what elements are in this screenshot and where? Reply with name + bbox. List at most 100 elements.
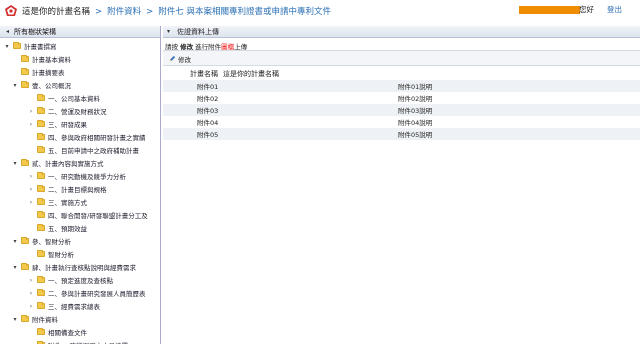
attachment-description: 附件01說明	[398, 83, 433, 91]
tree-node-label: 五、預期效益	[48, 225, 87, 233]
tree-node[interactable]: ▾ 參、智財分析	[12, 235, 71, 247]
tree-node[interactable]: 計畫基本資料	[12, 53, 71, 65]
breadcrumb: 這是你的計畫名稱 > 附件資料 > 附件七 與本案相關專利證書或申請中專利文件	[22, 5, 331, 17]
tree-node[interactable]: 一、公司基本資料	[28, 92, 100, 104]
tree-node[interactable]: › 二、營運及財務狀況	[28, 105, 107, 117]
expand-right-icon[interactable]: ›	[28, 108, 34, 115]
expand-down-icon[interactable]: ▾	[12, 264, 18, 271]
tree-node-label: 二、計畫目標與規格	[48, 186, 107, 194]
attachment-name: 附件02	[197, 95, 219, 103]
logo-icon	[5, 5, 17, 16]
folder-icon	[37, 328, 45, 335]
pencil-icon	[169, 55, 176, 62]
attachment-name: 附件05	[197, 131, 219, 139]
breadcrumb-current[interactable]: 附件七 與本案相關專利證書或申請中專利文件	[158, 7, 331, 17]
instruction-text: 請按 修改 進行附件圖檔上傳	[163, 38, 640, 51]
expand-right-icon[interactable]: ›	[28, 303, 34, 310]
expand-right-icon[interactable]: ›	[28, 186, 34, 193]
tree-node[interactable]: 五、目前申請中之政府補助計畫	[28, 144, 139, 156]
expand-right-icon[interactable]: ›	[28, 199, 34, 206]
folder-icon	[37, 276, 45, 283]
table-row[interactable]: 附件01 附件01說明	[163, 80, 640, 92]
attachment-description: 附件03說明	[398, 107, 433, 115]
table-row[interactable]: 附件02 附件02說明	[163, 92, 640, 104]
tree-node[interactable]: › 一、研究動機及競爭力分析	[28, 170, 126, 182]
tree-node[interactable]: ▾ 貳、計畫內容與實施方式	[12, 157, 104, 169]
project-name-label: 計畫名稱	[190, 70, 218, 78]
folder-icon	[37, 224, 45, 231]
main-panel: ▾ 佐證資料上傳 請按 修改 進行附件圖檔上傳 修改 計畫名稱 這是你的計畫名稱…	[163, 26, 640, 344]
tree-node[interactable]: › 二、參與計畫研究發展人員簡歷表	[28, 287, 146, 299]
expand-down-icon[interactable]: ▾	[12, 316, 18, 323]
tree-node[interactable]: ▾ 肆、計畫執行查核點說明與經費需求	[12, 261, 136, 273]
tree-node-label: 一、預定進度及查核點	[48, 277, 113, 285]
attachment-description: 附件05說明	[398, 131, 433, 139]
folder-icon	[37, 120, 45, 127]
folder-icon	[37, 302, 45, 309]
table-row[interactable]: 附件05 附件05說明	[163, 128, 640, 140]
tree-node[interactable]: ▾ 附件資料	[12, 313, 58, 325]
tree-node[interactable]: 智財分析	[28, 248, 74, 260]
folder-icon	[37, 107, 45, 114]
tree-node[interactable]: › 三、實施方式	[28, 196, 87, 208]
tree-node-label: 計畫基本資料	[32, 56, 71, 64]
tree-node[interactable]: 計畫摘要表	[12, 66, 65, 78]
folder-icon	[37, 146, 45, 153]
tree-node-label: 肆、計畫執行查核點說明與經費需求	[32, 264, 136, 272]
tree-node[interactable]: › 二、計畫目標與規格	[28, 183, 107, 195]
folder-icon	[37, 211, 45, 218]
tree-node[interactable]: 五、預期效益	[28, 222, 87, 234]
expand-down-icon[interactable]: ▾	[12, 82, 18, 89]
tree-node-label: 貳、計畫內容與實施方式	[32, 160, 104, 168]
collapse-icon[interactable]: ◂	[4, 28, 11, 35]
edit-button[interactable]: 修改	[165, 52, 195, 65]
folder-icon	[37, 185, 45, 192]
folder-icon	[37, 250, 45, 257]
expand-down-icon[interactable]: ▾	[12, 238, 18, 245]
tree-node[interactable]: 四、聯合開發/研發聯盟計畫分工及	[28, 209, 148, 221]
sidebar-header: ◂ 所有樹狀架構	[0, 26, 160, 38]
folder-icon	[21, 263, 29, 270]
table-row[interactable]: 附件03 附件03說明	[163, 104, 640, 116]
tree-node[interactable]: 相關備查文件	[28, 326, 87, 338]
panel-title: 佐證資料上傳	[177, 27, 219, 36]
tree-node-label: 五、目前申請中之政府補助計畫	[48, 147, 139, 155]
tree-node[interactable]: ▾ 計畫書撰寫	[4, 40, 57, 52]
tree-node[interactable]: › 三、研發成果	[28, 118, 87, 130]
tree-node[interactable]: › 三、經費需求總表	[28, 300, 100, 312]
tree-node[interactable]: › 一、預定進度及查核點	[28, 274, 113, 286]
folder-icon	[37, 198, 45, 205]
tree-node[interactable]: ▾ 壹、公司概況	[12, 79, 71, 91]
tree-node[interactable]: 四、參與政府相關研發計畫之實績	[28, 131, 146, 143]
expand-down-icon[interactable]: ▾	[12, 160, 18, 167]
top-bar: 這是你的計畫名稱 > 附件資料 > 附件七 與本案相關專利證書或申請中專利文件 您好 登…	[0, 0, 640, 22]
expand-right-icon[interactable]: ›	[28, 173, 34, 180]
attachment-description: 附件02說明	[398, 95, 433, 103]
folder-icon	[21, 315, 29, 322]
project-name-row: 計畫名稱 這是你的計畫名稱	[163, 68, 640, 80]
attachment-name: 附件01	[197, 83, 219, 91]
tree-node-label: 三、研發成果	[48, 121, 87, 129]
tree-node[interactable]: 附件一 建議迴避之人員清單	[28, 339, 128, 344]
breadcrumb-project[interactable]: 這是你的計畫名稱	[22, 7, 90, 17]
table-row[interactable]: 附件04 附件04說明	[163, 116, 640, 128]
folder-icon	[21, 237, 29, 244]
panel-header: ▾ 佐證資料上傳	[163, 26, 640, 38]
tree-node-label: 一、研究動機及競爭力分析	[48, 173, 126, 181]
tree-node-label: 壹、公司概況	[32, 82, 71, 90]
expand-right-icon[interactable]: ›	[28, 277, 34, 284]
attachment-description: 附件04說明	[398, 119, 433, 127]
expand-right-icon[interactable]: ›	[28, 121, 34, 128]
toolbar: 修改	[163, 50, 640, 66]
collapse-icon[interactable]: ▾	[167, 28, 174, 35]
tree-node-label: 二、參與計畫研究發展人員簡歷表	[48, 290, 146, 298]
expand-right-icon[interactable]: ›	[28, 290, 34, 297]
breadcrumb-separator: >	[146, 7, 154, 17]
breadcrumb-attachments[interactable]: 附件資料	[107, 7, 141, 17]
expand-down-icon[interactable]: ▾	[4, 43, 10, 50]
logout-link[interactable]: 登出	[607, 4, 622, 15]
tree-node-label: 附件資料	[32, 316, 58, 324]
sidebar-title: 所有樹狀架構	[14, 27, 56, 36]
tree-node-label: 四、聯合開發/研發聯盟計畫分工及	[48, 212, 148, 220]
folder-icon	[13, 42, 21, 49]
